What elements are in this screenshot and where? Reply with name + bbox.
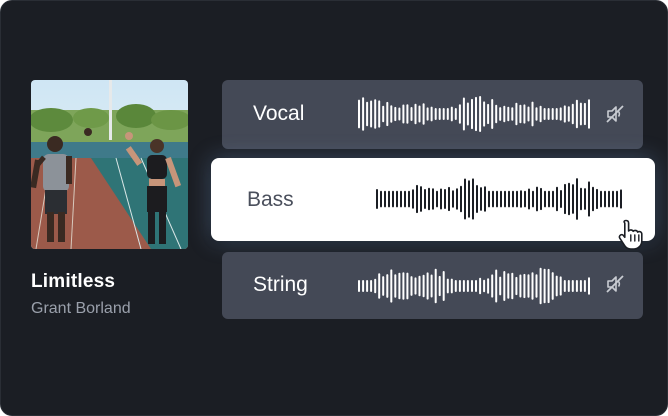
track-title: Limitless	[31, 271, 116, 292]
album-cover-image	[31, 80, 188, 249]
stem-label: String	[253, 273, 308, 296]
waveform-bass	[376, 178, 622, 220]
stem-label: Bass	[247, 188, 294, 211]
track-artist: Grant Borland	[31, 300, 131, 317]
waveform-string	[358, 267, 590, 305]
stem-row-bass[interactable]: Bass	[211, 158, 655, 241]
speaker-muted-icon[interactable]	[605, 275, 625, 298]
hand-pointer-icon	[618, 218, 646, 255]
stem-label: Vocal	[253, 102, 305, 125]
stem-row-vocal[interactable]: Vocal	[222, 80, 643, 149]
stem-player-panel: Limitless Grant Borland Vocal Bass Strin…	[0, 0, 668, 416]
waveform-vocal	[358, 96, 590, 132]
speaker-muted-icon[interactable]	[605, 105, 625, 128]
stem-row-string[interactable]: String	[222, 252, 643, 319]
